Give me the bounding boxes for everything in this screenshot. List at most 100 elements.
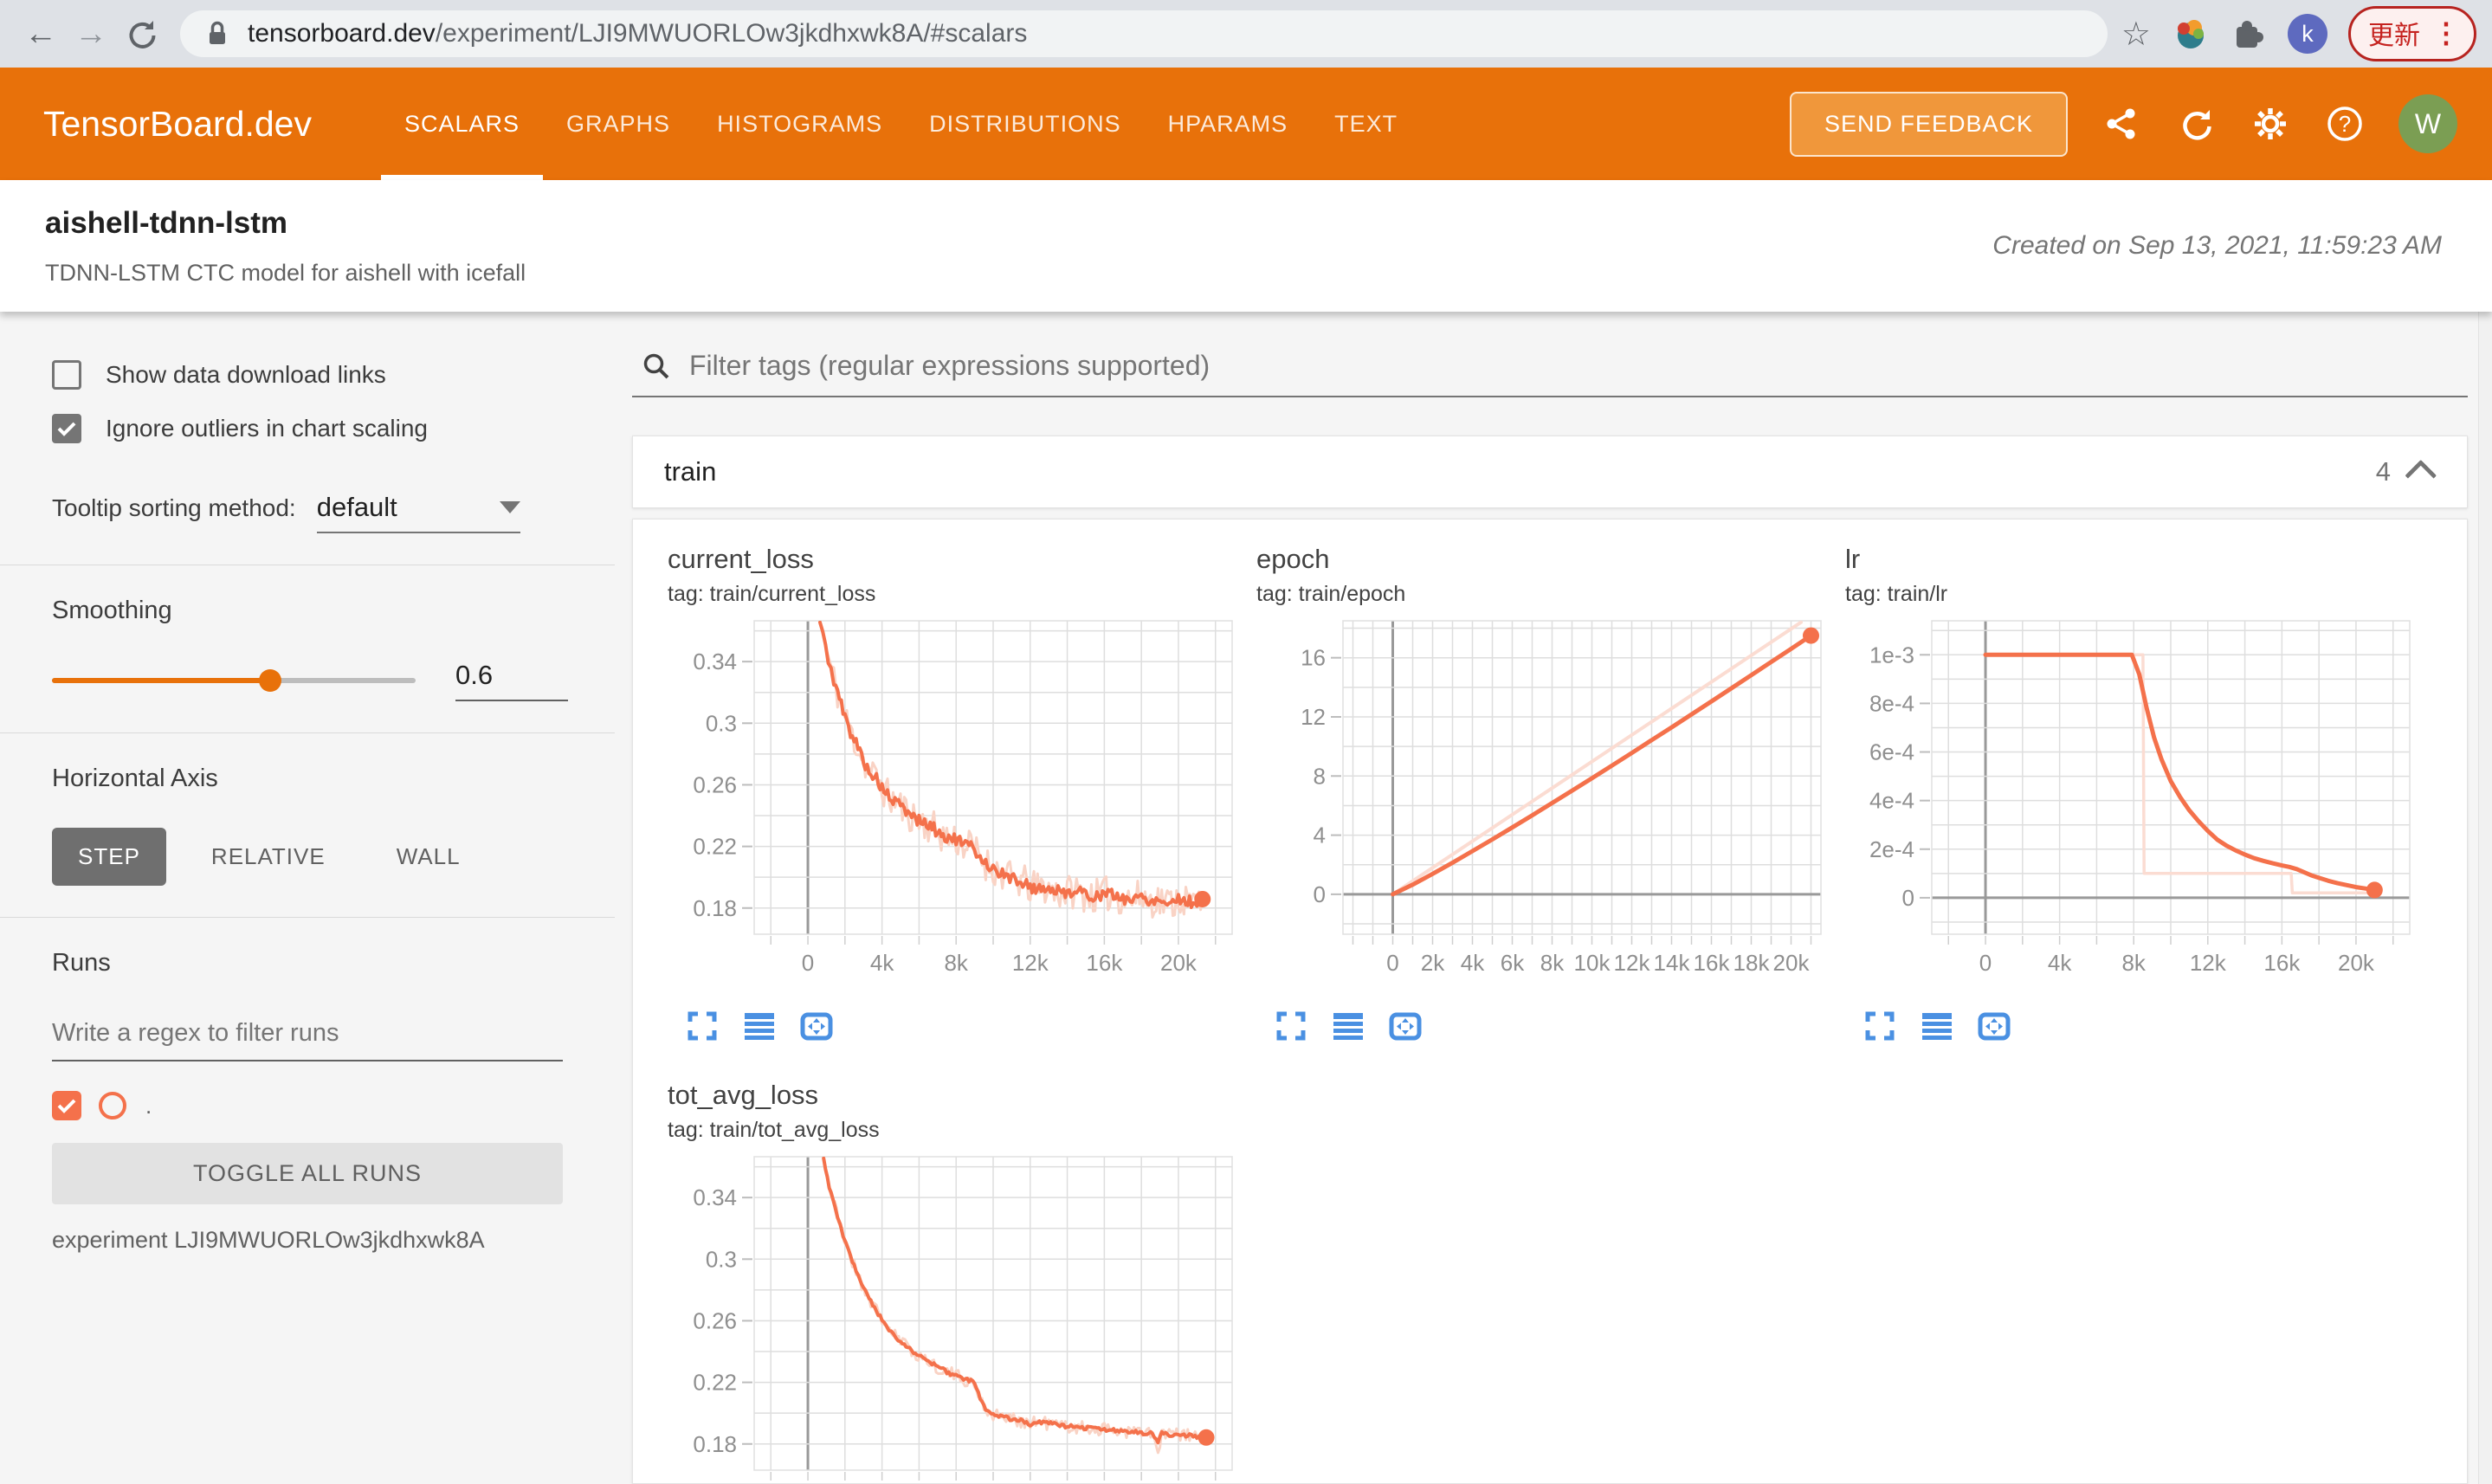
user-avatar[interactable]: W [2398, 94, 2457, 153]
data-table-icon[interactable] [740, 1007, 778, 1045]
help-icon[interactable]: ? [2324, 103, 2366, 145]
svg-text:?: ? [2339, 111, 2351, 137]
extensions-puzzle-icon[interactable] [2231, 16, 2267, 52]
fit-to-screen-icon[interactable] [1386, 1007, 1424, 1045]
svg-text:0.34: 0.34 [693, 648, 737, 674]
tooltip-sorting-select[interactable]: default [316, 492, 520, 533]
smoothing-value[interactable]: 0.6 [455, 660, 568, 701]
ignore-outliers-label: Ignore outliers in chart scaling [106, 415, 428, 442]
ignore-outliers-checkbox[interactable] [52, 414, 81, 443]
svg-text:10k: 10k [1574, 950, 1611, 976]
show-download-links-checkbox[interactable] [52, 360, 81, 390]
page-scrollbar[interactable] [2478, 312, 2492, 1484]
axis-option-relative[interactable]: RELATIVE [185, 828, 352, 886]
svg-text:20k: 20k [2338, 950, 2375, 976]
axis-option-wall[interactable]: WALL [371, 828, 487, 886]
back-icon[interactable]: ← [16, 9, 66, 59]
run-checkbox[interactable] [52, 1091, 81, 1120]
divider [0, 917, 615, 918]
chart-plot-tot_avg_loss[interactable]: 04k8k12k16k20k0.340.30.260.220.18 [668, 1148, 1239, 1484]
chart-tag: tag: train/current_loss [668, 581, 876, 606]
fullscreen-icon[interactable] [1861, 1007, 1899, 1045]
svg-text:2k: 2k [1421, 950, 1445, 976]
axis-option-step[interactable]: STEP [52, 828, 166, 886]
svg-text:0.3: 0.3 [706, 1246, 737, 1272]
train-section-header[interactable]: train 4 [632, 436, 2468, 508]
svg-text:16k: 16k [1694, 950, 1731, 976]
data-table-icon[interactable] [1918, 1007, 1956, 1045]
svg-text:4k: 4k [1461, 950, 1485, 976]
svg-text:20k: 20k [1773, 950, 1811, 976]
run-row[interactable]: . [52, 1091, 615, 1120]
share-icon[interactable] [2101, 103, 2142, 145]
filter-tags-row [632, 343, 2468, 397]
experiment-header: aishell-tdnn-lstm TDNN-LSTM CTC model fo… [0, 180, 2492, 312]
bookmark-star-icon[interactable]: ☆ [2121, 15, 2151, 54]
app-logo[interactable]: TensorBoard.dev [43, 104, 312, 145]
horizontal-axis-buttons: STEP RELATIVE WALL [52, 828, 615, 886]
svg-text:2e-4: 2e-4 [1869, 836, 1914, 861]
settings-gear-icon[interactable] [2250, 103, 2291, 145]
show-download-links-row[interactable]: Show data download links [52, 360, 615, 390]
url-host: tensorboard.dev [248, 19, 436, 48]
update-label: 更新 [2368, 22, 2420, 50]
refresh-icon[interactable] [2175, 103, 2217, 145]
toggle-all-runs-button[interactable]: TOGGLE ALL RUNS [52, 1143, 563, 1204]
tab-text[interactable]: TEXT [1311, 68, 1421, 180]
smoothing-label: Smoothing [52, 597, 172, 624]
svg-text:0.22: 0.22 [693, 1369, 737, 1395]
svg-text:6e-4: 6e-4 [1869, 739, 1914, 765]
experiment-id-line: experiment LJI9MWUORLOw3jkdhxwk8A [52, 1227, 485, 1253]
tooltip-sorting-value: default [316, 492, 397, 522]
chart-title: lr [1845, 543, 1861, 574]
send-feedback-button[interactable]: SEND FEEDBACK [1789, 91, 2068, 157]
filter-tags-input[interactable] [689, 350, 2464, 382]
browser-menu-icon[interactable]: ⋮ [2432, 16, 2460, 49]
svg-text:0: 0 [1386, 950, 1398, 976]
lock-icon [210, 21, 225, 44]
smoothing-slider-thumb[interactable] [259, 669, 281, 692]
last-point-dot [2366, 881, 2383, 898]
chart-plot-current_loss[interactable]: 0 4k 8k 12k 16k 20k 0.34 0.3 0.26 0.22 0.18 [668, 612, 1239, 997]
smoothing-slider[interactable] [52, 669, 416, 692]
tab-hparams[interactable]: HPARAMS [1145, 68, 1312, 180]
charts-panel: current_loss tag: train/current_loss 0 4k 8k… [632, 518, 2468, 1484]
fullscreen-icon[interactable] [683, 1007, 721, 1045]
fit-to-screen-icon[interactable] [1975, 1007, 2013, 1045]
tab-graphs[interactable]: GRAPHS [543, 68, 694, 180]
chart-plot-epoch[interactable]: 0 2k 4k 6k 8k 10k 12k 14k 16k 18k 20k 0 4 8 12 16 [1256, 612, 1828, 997]
tab-scalars[interactable]: SCALARS [380, 68, 544, 180]
fullscreen-icon[interactable] [1272, 1007, 1310, 1045]
browser-profile-avatar[interactable]: k [2288, 14, 2327, 54]
chart-title: current_loss [668, 543, 814, 574]
tab-histograms[interactable]: HISTOGRAMS [694, 68, 906, 180]
fit-to-screen-icon[interactable] [797, 1007, 836, 1045]
chart-tag: tag: train/epoch [1256, 581, 1406, 606]
svg-text:12k: 12k [1012, 950, 1049, 976]
svg-text:8k: 8k [1540, 950, 1565, 976]
data-table-icon[interactable] [1329, 1007, 1367, 1045]
forward-icon[interactable]: → [66, 9, 116, 59]
runs-filter-input[interactable] [52, 1012, 563, 1061]
chevron-down-icon [499, 501, 520, 513]
reload-icon[interactable] [116, 9, 166, 59]
svg-text:18k: 18k [1733, 950, 1771, 976]
svg-text:0.22: 0.22 [693, 833, 737, 859]
chrome-update-button[interactable]: 更新 ⋮ [2348, 6, 2476, 61]
extension-colorful-icon[interactable] [2172, 15, 2210, 53]
smoothing-slider-fill [52, 678, 270, 683]
svg-text:4e-4: 4e-4 [1869, 787, 1914, 813]
chart-actions [1861, 1007, 2417, 1045]
tab-distributions[interactable]: DISTRIBUTIONS [906, 68, 1145, 180]
last-point-dot [1194, 890, 1211, 907]
experiment-description: TDNN-LSTM CTC model for aishell with ice… [45, 259, 526, 286]
ignore-outliers-row[interactable]: Ignore outliers in chart scaling [52, 414, 615, 443]
svg-text:14k: 14k [1654, 950, 1691, 976]
settings-sidebar: Show data download links Ignore outliers… [0, 312, 615, 1484]
search-icon [643, 353, 669, 378]
last-point-dot [1198, 1429, 1215, 1446]
chart-plot-lr[interactable]: 0 4k 8k 12k 16k 20k 1e-3 8e-4 6e-4 4e-4 2e-4 0 [1845, 612, 2417, 997]
chevron-up-icon[interactable] [2405, 459, 2437, 492]
scalars-main: train 4 current_loss tag: train/current_l… [615, 312, 2492, 1484]
address-bar[interactable]: tensorboard.dev/experiment/LJI9MWUORLOw3… [180, 10, 2108, 57]
